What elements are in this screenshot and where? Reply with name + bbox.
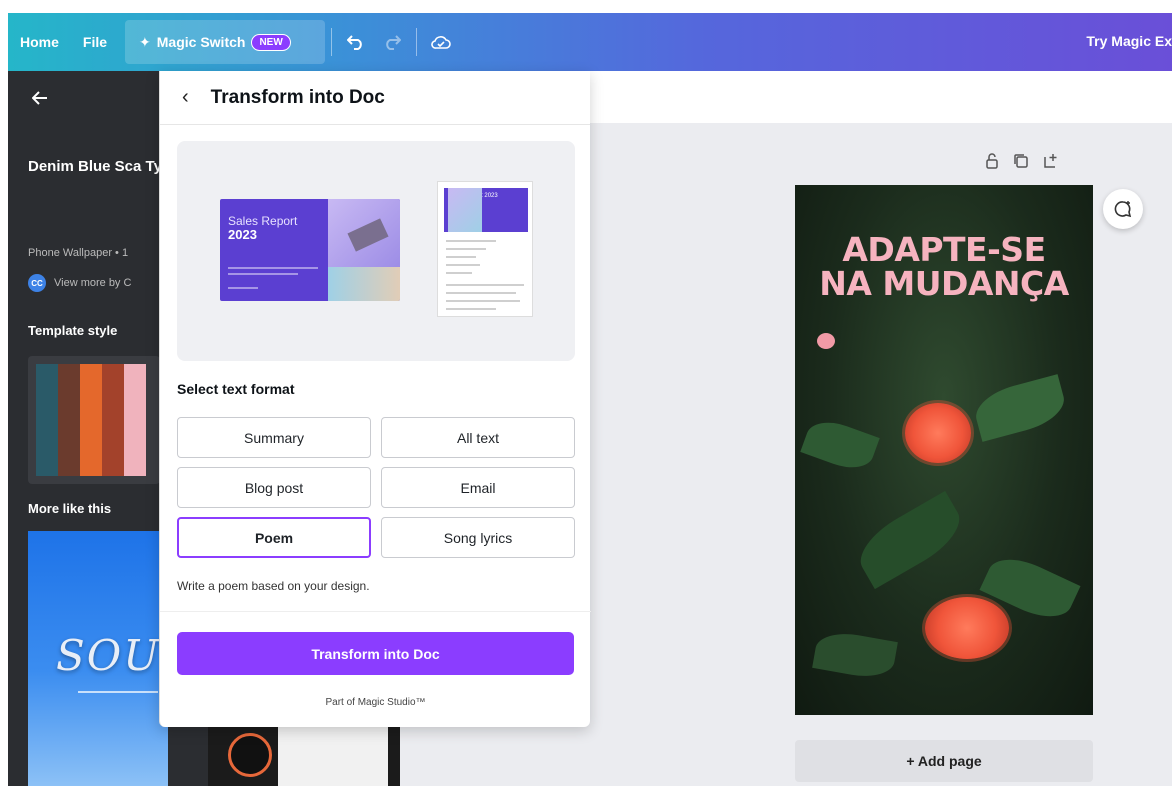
add-comment-button[interactable] bbox=[1103, 189, 1143, 229]
doc-text-line bbox=[446, 272, 472, 274]
transform-into-doc-button[interactable]: Transform into Doc bbox=[177, 632, 574, 675]
doc-text-line bbox=[446, 292, 516, 294]
color-palette-card[interactable] bbox=[28, 356, 160, 484]
headline-line: ADAPTE-SE bbox=[842, 230, 1046, 269]
author-link[interactable]: CC View more by C bbox=[28, 274, 131, 292]
magic-switch-label: Magic Switch bbox=[156, 34, 246, 50]
doc-text-line bbox=[446, 240, 496, 242]
doc-text-line bbox=[446, 264, 480, 266]
duplicate-icon[interactable] bbox=[1013, 153, 1029, 172]
format-description: Write a poem based on your design. bbox=[177, 579, 370, 593]
lock-icon[interactable] bbox=[985, 153, 999, 172]
doc-text-line bbox=[446, 256, 476, 258]
leaf-shape bbox=[812, 628, 898, 682]
slide-text-line bbox=[228, 273, 298, 275]
avatar: CC bbox=[28, 274, 46, 292]
design-page[interactable]: ADAPTE-SE NA MUDANÇA bbox=[795, 185, 1093, 715]
slide-image bbox=[328, 267, 400, 301]
template-style-label: Template style bbox=[28, 323, 118, 338]
undo-icon[interactable] bbox=[338, 34, 374, 50]
new-badge: NEW bbox=[251, 33, 291, 51]
thumbnail-decoration bbox=[228, 733, 272, 777]
panel-divider bbox=[160, 611, 591, 612]
canvas-header bbox=[590, 71, 1172, 123]
more-like-this-label: More like this bbox=[28, 501, 112, 516]
magic-switch-button[interactable]: ✦ Magic Switch NEW bbox=[125, 20, 326, 64]
doc-header: Sales Report 2023 bbox=[444, 188, 528, 232]
doc-text-line bbox=[446, 300, 520, 302]
slide-image bbox=[328, 199, 400, 267]
try-magic-button[interactable]: Try Magic Ex bbox=[1086, 33, 1172, 49]
color-swatch bbox=[36, 364, 58, 476]
template-meta: Phone Wallpaper • 1 bbox=[28, 247, 129, 259]
doc-preview: Sales Report 2023 bbox=[437, 181, 533, 317]
color-swatch bbox=[80, 364, 102, 476]
file-menu[interactable]: File bbox=[71, 34, 119, 50]
color-swatch bbox=[124, 364, 146, 476]
format-email-button[interactable]: Email bbox=[381, 467, 575, 508]
back-arrow-icon[interactable] bbox=[31, 91, 48, 110]
page-tools bbox=[985, 153, 1059, 172]
doc-text-line bbox=[446, 248, 486, 250]
flower-shape bbox=[905, 403, 971, 463]
redo-icon[interactable] bbox=[374, 34, 410, 50]
color-swatch bbox=[58, 364, 80, 476]
toolbar-divider bbox=[331, 28, 333, 56]
slide-year: 2023 bbox=[228, 227, 257, 242]
leaf-shape bbox=[849, 490, 971, 590]
transform-panel: ‹ Transform into Doc Sales Report 2023 S… bbox=[159, 71, 591, 727]
toolbar-divider bbox=[416, 28, 418, 56]
sparkle-icon: ✦ bbox=[139, 33, 151, 50]
format-poem-button[interactable]: Poem bbox=[177, 517, 371, 558]
format-options: Summary All text Blog post Email Poem So… bbox=[177, 417, 575, 558]
add-page-icon[interactable] bbox=[1043, 153, 1059, 172]
top-toolbar: Home File ✦ Magic Switch NEW Try Magic E… bbox=[8, 13, 1172, 71]
doc-text-line bbox=[446, 308, 496, 310]
thumbnail-decoration bbox=[78, 691, 158, 693]
flower-shape bbox=[925, 597, 1009, 659]
doc-image bbox=[448, 188, 482, 232]
panel-title: Transform into Doc bbox=[210, 86, 385, 108]
thumbnail-decoration bbox=[278, 721, 388, 786]
magic-studio-footer: Part of Magic Studio™ bbox=[325, 697, 426, 708]
leaf-shape bbox=[800, 414, 880, 476]
presentation-preview: Sales Report 2023 bbox=[220, 199, 400, 301]
doc-text-line bbox=[446, 284, 524, 286]
add-page-button[interactable]: + Add page bbox=[795, 740, 1093, 782]
author-text: View more by C bbox=[54, 277, 132, 289]
slide-title: Sales Report bbox=[228, 214, 298, 228]
headline-line: NA MUDANÇA bbox=[819, 264, 1069, 303]
cloud-saved-icon[interactable] bbox=[423, 34, 459, 50]
color-swatch bbox=[102, 364, 124, 476]
leaf-shape bbox=[970, 374, 1070, 442]
template-thumbnail[interactable] bbox=[208, 721, 400, 786]
home-menu[interactable]: Home bbox=[8, 34, 71, 50]
slide-text-line bbox=[228, 267, 318, 269]
panel-header: ‹ Transform into Doc bbox=[160, 71, 590, 125]
format-song-lyrics-button[interactable]: Song lyrics bbox=[381, 517, 575, 558]
select-format-label: Select text format bbox=[177, 381, 295, 397]
chevron-left-icon[interactable]: ‹ bbox=[182, 86, 189, 109]
transform-preview: Sales Report 2023 Sales Report 2023 bbox=[177, 141, 575, 361]
thumbnail-word: SOU bbox=[56, 631, 161, 680]
format-all-text-button[interactable]: All text bbox=[381, 417, 575, 458]
flower-shape bbox=[817, 333, 835, 349]
template-thumbnail[interactable]: SOU bbox=[28, 531, 168, 786]
format-summary-button[interactable]: Summary bbox=[177, 417, 371, 458]
format-blog-post-button[interactable]: Blog post bbox=[177, 467, 371, 508]
slide-text-line bbox=[228, 287, 258, 289]
template-title: Denim Blue Sca Type Anxiety-ca Wallpaper bbox=[28, 158, 168, 175]
design-headline: ADAPTE-SE NA MUDANÇA bbox=[795, 233, 1093, 301]
slide-text: Sales Report 2023 bbox=[228, 214, 298, 242]
